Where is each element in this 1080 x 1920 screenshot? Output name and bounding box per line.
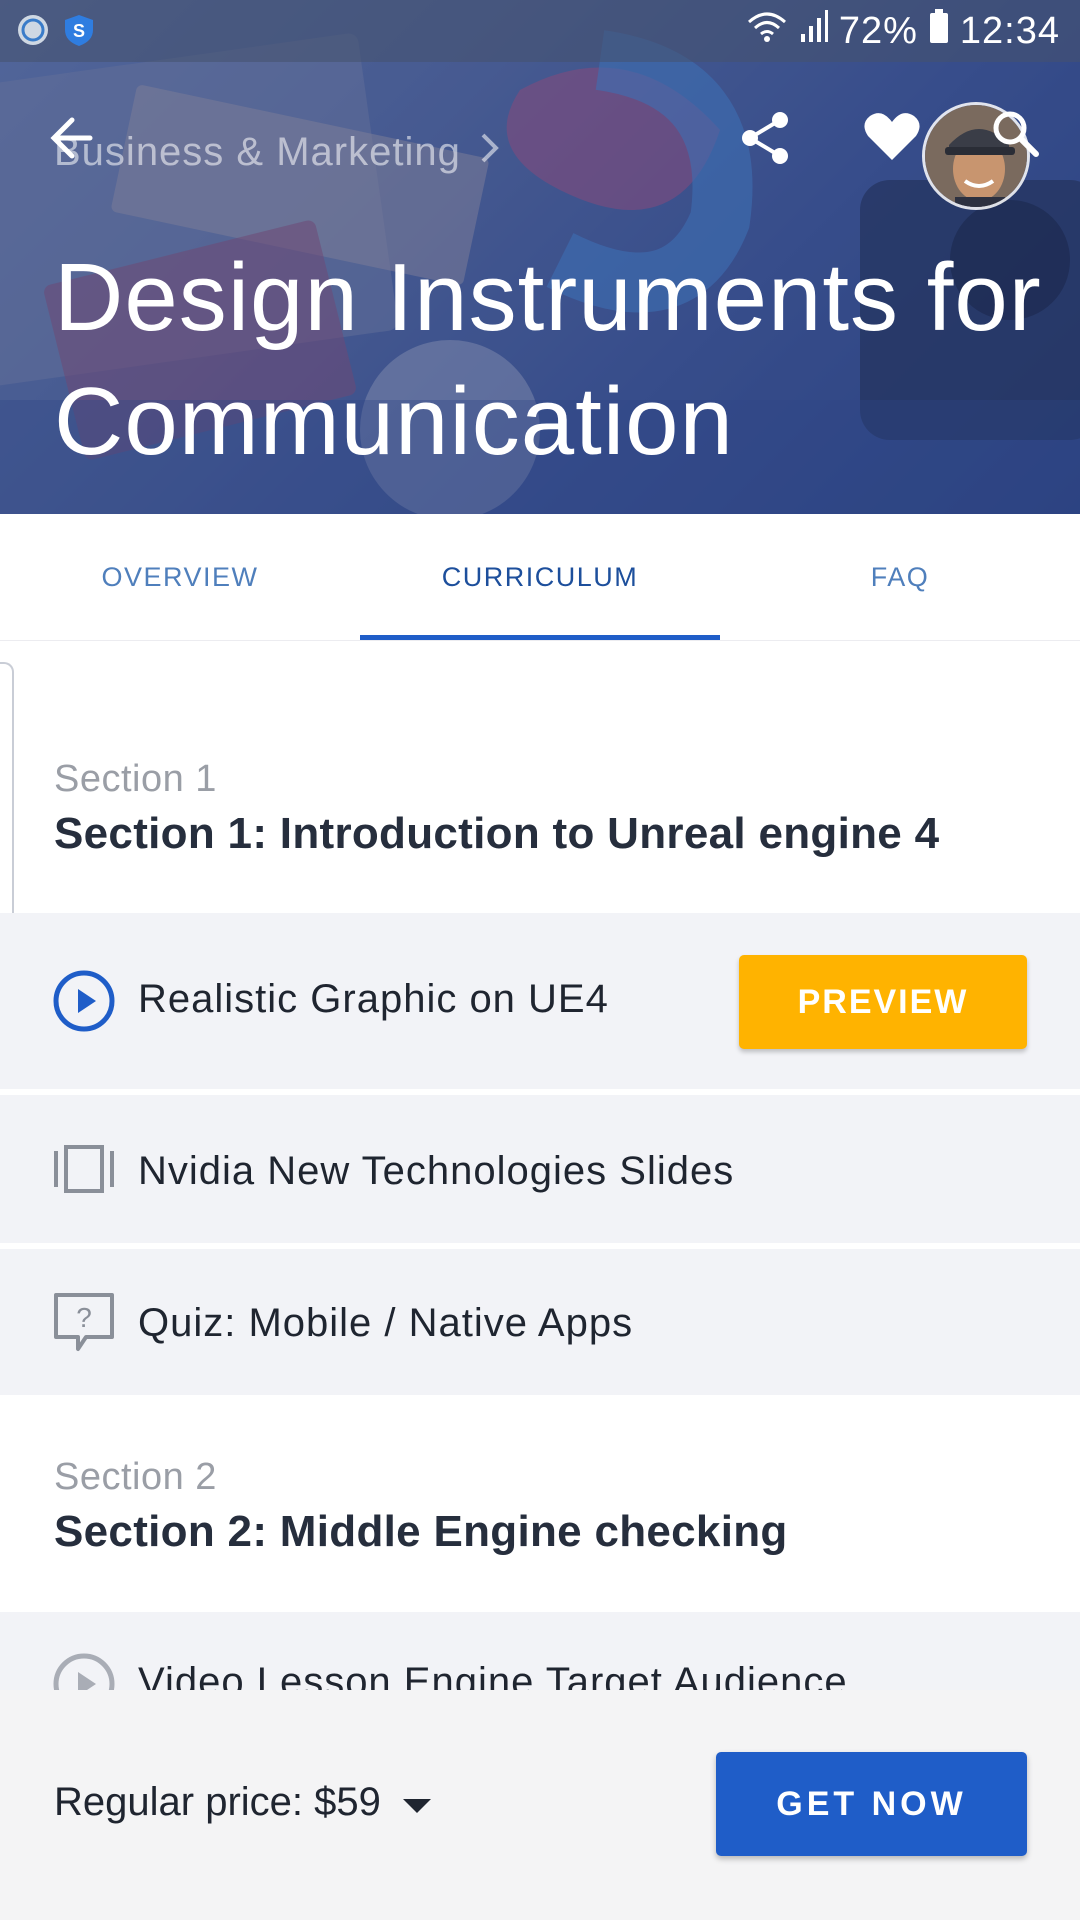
lesson-item[interactable]: Nvidia New Technologies Slides xyxy=(0,1095,1080,1243)
breadcrumb[interactable]: Business & Marketing xyxy=(54,130,501,175)
tab-overview[interactable]: OVERVIEW xyxy=(0,514,360,640)
lesson-title: Quiz: Mobile / Native Apps xyxy=(138,1301,634,1345)
section-label: Section 1 xyxy=(54,758,217,800)
caret-down-icon xyxy=(402,1780,431,1825)
tab-curriculum[interactable]: CURRICULUM xyxy=(360,514,720,640)
slides-icon xyxy=(52,1137,116,1201)
chevron-right-icon xyxy=(479,130,501,175)
quiz-icon: ? xyxy=(52,1291,116,1355)
section-header: Section 1 Section 1: Introduction to Unr… xyxy=(54,758,1054,859)
section-header: Section 2 Section 2: Middle Engine check… xyxy=(54,1456,1054,1557)
status-bar: S 72% 12:34 xyxy=(0,0,1080,62)
play-circle-icon xyxy=(52,969,116,1033)
wifi-icon xyxy=(745,8,789,54)
back-arrow-icon[interactable] xyxy=(44,108,108,168)
signal-icon xyxy=(799,8,829,54)
battery-icon xyxy=(928,8,950,54)
svg-text:?: ? xyxy=(76,1302,92,1333)
section-title: Section 2: Middle Engine checking xyxy=(54,1507,788,1556)
price-selector[interactable]: Regular price: $59 xyxy=(54,1780,431,1825)
search-icon[interactable] xyxy=(990,108,1042,162)
lesson-item[interactable]: ? Quiz: Mobile / Native Apps xyxy=(0,1249,1080,1395)
svg-text:S: S xyxy=(73,21,85,41)
price-label: Regular price: $59 xyxy=(54,1780,381,1824)
battery-percent: 72% xyxy=(838,9,918,52)
whatsapp-icon xyxy=(16,13,50,47)
tab-bar: OVERVIEW CURRICULUM FAQ xyxy=(0,514,1080,641)
heart-icon[interactable] xyxy=(862,108,922,164)
clock: 12:34 xyxy=(959,9,1060,52)
course-hero: S 72% 12:34 Business & Marketing Design … xyxy=(0,0,1080,514)
breadcrumb-label: Business & Marketing xyxy=(54,130,461,174)
preview-button[interactable]: PREVIEW xyxy=(739,955,1027,1049)
tab-faq[interactable]: FAQ xyxy=(720,514,1080,640)
get-now-button[interactable]: GET NOW xyxy=(716,1752,1027,1856)
section-label: Section 2 xyxy=(54,1456,217,1498)
lesson-title: Realistic Graphic on UE4 xyxy=(138,977,609,1021)
share-icon[interactable] xyxy=(738,108,794,168)
shield-s-icon: S xyxy=(62,13,96,47)
course-title: Design Instruments for Communication xyxy=(54,244,1042,475)
section-title: Section 1: Introduction to Unreal engine… xyxy=(54,809,940,858)
lesson-title: Nvidia New Technologies Slides xyxy=(138,1149,735,1193)
